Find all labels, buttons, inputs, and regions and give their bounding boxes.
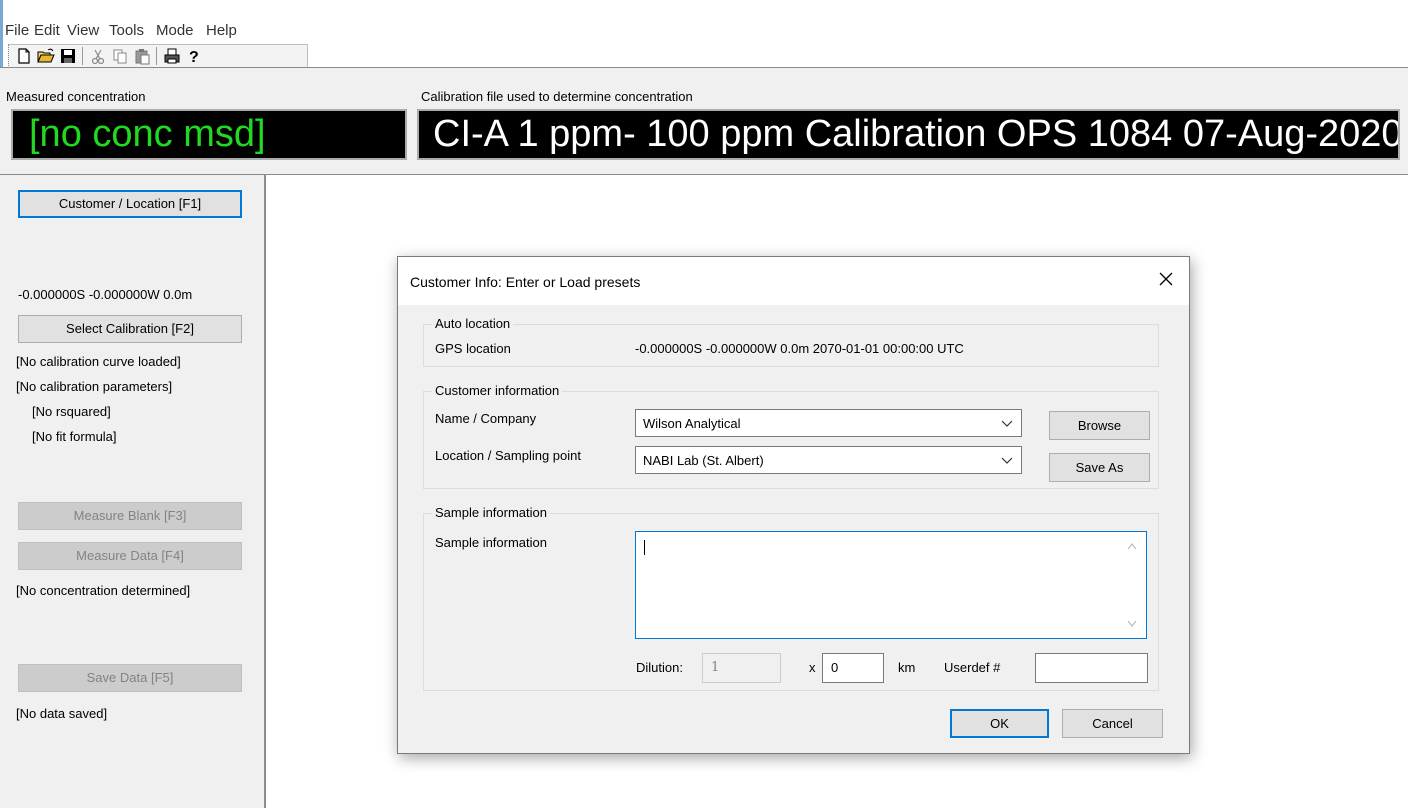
gps-location-text: -0.000000S -0.000000W 0.0m	[18, 287, 193, 302]
menu-bar: File Edit View Tools Mode Help	[0, 20, 400, 42]
name-company-combo[interactable]: Wilson Analytical	[635, 409, 1022, 437]
menu-view[interactable]: View	[67, 22, 99, 39]
km-value: 0	[831, 660, 839, 675]
name-company-label: Name / Company	[435, 411, 537, 426]
dilution-field[interactable]: 1	[702, 653, 781, 683]
measure-data-button[interactable]: Measure Data [F4]	[18, 542, 242, 570]
close-icon[interactable]	[1156, 269, 1176, 289]
gps-location-label: GPS location	[435, 341, 511, 356]
new-file-icon[interactable]	[15, 47, 33, 65]
customer-information-title: Customer information	[432, 383, 563, 398]
sample-information-textarea[interactable]	[635, 531, 1147, 639]
cancel-button[interactable]: Cancel	[1062, 709, 1163, 738]
chevron-down-icon	[1001, 457, 1013, 464]
calibration-params-status: [No calibration parameters]	[16, 379, 173, 394]
paste-icon[interactable]	[133, 47, 151, 65]
open-folder-icon[interactable]	[37, 47, 55, 65]
calibration-curve-status: [No calibration curve loaded]	[16, 354, 181, 369]
ok-button[interactable]: OK	[950, 709, 1049, 738]
sample-information-title: Sample information	[432, 505, 550, 520]
customer-information-group: Customer information Name / Company Wils…	[423, 383, 1159, 489]
copy-icon[interactable]	[111, 47, 129, 65]
calibration-file-display: CI-A 1 ppm- 100 ppm Calibration OPS 1084…	[417, 109, 1400, 160]
cut-icon[interactable]	[89, 47, 107, 65]
scroll-up-icon[interactable]	[1127, 542, 1137, 550]
toolbar-separator	[82, 47, 83, 65]
text-caret	[644, 540, 645, 555]
concentration-display: [no conc msd]	[11, 109, 407, 160]
dilution-label: Dilution:	[636, 660, 683, 675]
userdef-label: Userdef #	[944, 660, 1001, 675]
menu-file[interactable]: File	[5, 22, 29, 39]
customer-location-button[interactable]: Customer / Location [F1]	[18, 190, 242, 218]
data-saved-status: [No data saved]	[16, 706, 108, 721]
dialog-title-bar: Customer Info: Enter or Load presets	[398, 257, 1189, 305]
chevron-down-icon	[1001, 420, 1013, 427]
rsquared-status: [No rsquared]	[32, 404, 111, 419]
name-company-value: Wilson Analytical	[643, 416, 741, 431]
dialog-title: Customer Info: Enter or Load presets	[410, 274, 641, 290]
menu-mode[interactable]: Mode	[156, 22, 194, 39]
sample-information-group: Sample information Sample information Di…	[423, 505, 1159, 691]
save-data-button[interactable]: Save Data [F5]	[18, 664, 242, 692]
save-as-button[interactable]: Save As	[1049, 453, 1150, 482]
location-sampling-value: NABI Lab (St. Albert)	[643, 453, 764, 468]
control-panel: Customer / Location [F1] -0.000000S -0.0…	[0, 175, 266, 808]
sample-information-label: Sample information	[435, 535, 547, 550]
select-calibration-button[interactable]: Select Calibration [F2]	[18, 315, 242, 343]
print-icon[interactable]	[163, 47, 181, 65]
location-sampling-combo[interactable]: NABI Lab (St. Albert)	[635, 446, 1022, 474]
gps-location-value: -0.000000S -0.000000W 0.0m 2070-01-01 00…	[635, 341, 964, 356]
multiplier-label: x	[809, 660, 816, 675]
browse-button[interactable]: Browse	[1049, 411, 1150, 440]
fit-formula-status: [No fit formula]	[32, 429, 117, 444]
menu-tools[interactable]: Tools	[109, 22, 144, 39]
concentration-header: Measured concentration Calibration file …	[0, 68, 1408, 174]
userdef-field[interactable]	[1035, 653, 1148, 683]
km-label: km	[898, 660, 916, 675]
toolbar-separator	[156, 47, 157, 65]
concentration-status: [No concentration determined]	[16, 583, 191, 598]
svg-text:?: ?	[189, 49, 199, 65]
menu-edit[interactable]: Edit	[34, 22, 60, 39]
auto-location-title: Auto location	[432, 316, 514, 331]
dilution-value: 1	[711, 660, 720, 675]
menu-help[interactable]: Help	[206, 22, 237, 39]
location-sampling-label: Location / Sampling point	[435, 448, 581, 463]
calibration-file-label: Calibration file used to determine conce…	[421, 89, 693, 104]
scroll-down-icon[interactable]	[1127, 620, 1137, 628]
help-icon[interactable]: ?	[185, 47, 203, 65]
km-field[interactable]: 0	[822, 653, 884, 683]
customer-info-dialog: Customer Info: Enter or Load presets Aut…	[397, 256, 1190, 754]
save-disk-icon[interactable]	[59, 47, 77, 65]
measured-concentration-label: Measured concentration	[6, 89, 146, 104]
auto-location-group: Auto location GPS location -0.000000S -0…	[423, 316, 1159, 367]
measure-blank-button[interactable]: Measure Blank [F3]	[18, 502, 242, 530]
toolbar: ?	[8, 44, 308, 68]
